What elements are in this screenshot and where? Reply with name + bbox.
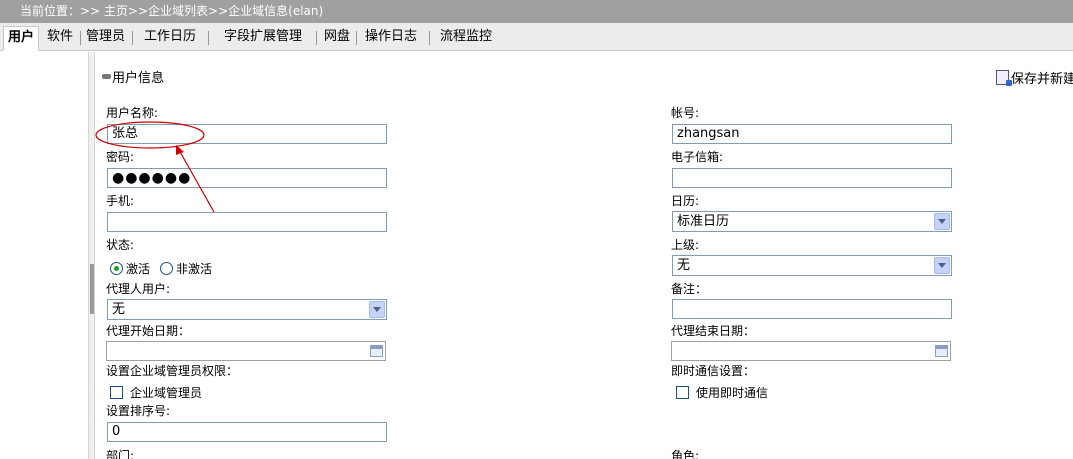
radio-unselected-icon (160, 262, 173, 275)
enterprise-admin-checkbox[interactable]: 企业域管理员 (110, 384, 202, 401)
tab-process-monitor[interactable]: 流程监控 (440, 26, 492, 48)
proxy-end-date-input[interactable] (671, 341, 951, 361)
checkbox-icon (110, 386, 123, 399)
calendar-icon[interactable] (370, 345, 383, 357)
remark-input[interactable] (672, 299, 952, 319)
account-input[interactable]: zhangsan (672, 124, 952, 144)
new-document-icon (996, 70, 1012, 86)
tab-software[interactable]: 软件 (47, 26, 73, 48)
collapse-icon[interactable] (102, 74, 111, 79)
section-title: 用户信息 (112, 71, 165, 86)
department-label: 部门: (106, 449, 135, 459)
sort-order-input[interactable]: 0 (107, 422, 387, 442)
use-im-checkbox[interactable]: 使用即时通信 (676, 384, 768, 401)
pane-splitter[interactable] (88, 52, 95, 459)
proxy-start-label: 代理开始日期： (106, 324, 191, 338)
calendar-label: 日历: (671, 194, 700, 208)
superior-select[interactable]: 无 (672, 255, 952, 276)
breadcrumb: 当前位置：>> 主页>>企业域列表>>企业域信息(elan) (0, 0, 1073, 23)
account-label: 帐号: (671, 106, 700, 120)
proxy-start-date-input[interactable] (106, 341, 386, 361)
radio-selected-icon (110, 262, 123, 275)
proxy-user-label: 代理人用户: (106, 282, 171, 296)
mobile-input[interactable] (107, 212, 387, 232)
tab-divider (80, 31, 81, 45)
mobile-label: 手机: (106, 194, 135, 208)
admin-permission-label: 设置企业域管理员权限： (106, 364, 239, 378)
username-input[interactable]: 张总 (107, 124, 387, 144)
checkbox-icon (676, 386, 689, 399)
status-label: 状态: (106, 238, 135, 252)
superior-value: 无 (677, 258, 691, 273)
tab-divider (316, 31, 317, 45)
status-inactive-radio[interactable]: 非激活 (160, 260, 212, 277)
email-label: 电子信箱: (671, 150, 724, 164)
tab-users[interactable]: 用户 (3, 26, 40, 51)
left-panel (0, 52, 88, 459)
enterprise-admin-label: 企业域管理员 (130, 386, 203, 400)
calendar-select[interactable]: 标准日历 (672, 211, 952, 232)
tab-divider (356, 31, 357, 45)
status-active-label: 激活 (126, 262, 151, 276)
password-input[interactable]: ●●●●●● (107, 168, 387, 188)
tab-bar: 用户 软件 管理员 工作日历 字段扩展管理 网盘 操作日志 流程监控 (0, 23, 1073, 51)
username-label: 用户名称: (106, 106, 159, 120)
sort-order-label: 设置排序号: (106, 404, 171, 418)
tab-netdisk[interactable]: 网盘 (324, 26, 350, 48)
use-im-label: 使用即时通信 (696, 386, 769, 400)
im-settings-label: 即时通信设置： (671, 364, 756, 378)
proxy-end-label: 代理结束日期： (671, 324, 756, 338)
status-inactive-label: 非激活 (176, 262, 213, 276)
tab-work-calendar[interactable]: 工作日历 (144, 26, 196, 48)
tab-operation-log[interactable]: 操作日志 (365, 26, 417, 48)
tab-admins[interactable]: 管理员 (86, 26, 125, 48)
proxy-user-value: 无 (112, 302, 126, 317)
save-and-new-button[interactable]: 保存并新建 (996, 68, 1073, 87)
status-active-radio[interactable]: 激活 (110, 260, 150, 277)
tab-field-extension[interactable]: 字段扩展管理 (224, 26, 302, 48)
superior-label: 上级: (671, 238, 700, 252)
chevron-down-icon[interactable] (369, 301, 385, 318)
user-form: 用户信息 保存并新建 用户名称: 张总 密码: ●●●●●● 手机: 状态: 激… (96, 52, 1073, 459)
chevron-down-icon[interactable] (934, 213, 950, 230)
section-header[interactable]: 用户信息 (102, 67, 164, 86)
remark-label: 备注： (671, 282, 708, 296)
splitter-grip[interactable] (90, 264, 94, 314)
password-label: 密码: (106, 150, 135, 164)
save-and-new-label: 保存并新建 (1011, 72, 1073, 87)
tab-divider (132, 31, 133, 45)
role-label: 角色: (671, 449, 700, 459)
tab-divider (429, 31, 430, 45)
email-input[interactable] (672, 168, 952, 188)
chevron-down-icon[interactable] (934, 257, 950, 274)
calendar-value: 标准日历 (677, 214, 730, 229)
calendar-icon[interactable] (935, 345, 948, 357)
proxy-user-select[interactable]: 无 (107, 299, 387, 320)
tab-divider (208, 31, 209, 45)
